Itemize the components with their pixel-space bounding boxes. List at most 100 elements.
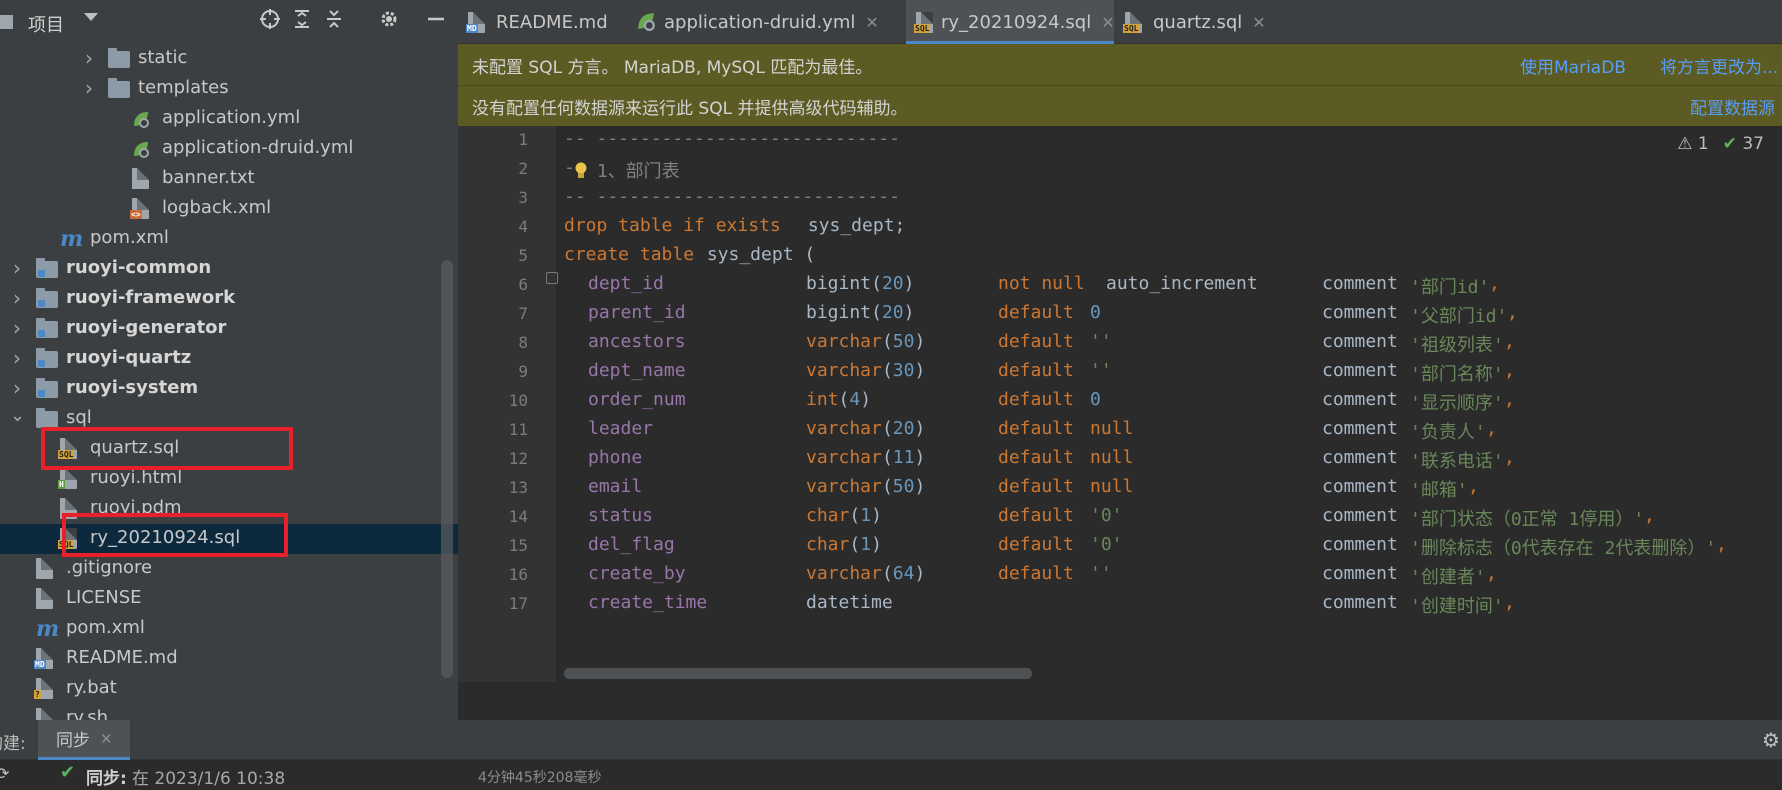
fold-icon[interactable] bbox=[546, 272, 558, 284]
expand-all-icon[interactable] bbox=[288, 8, 316, 36]
tree-item[interactable]: application-druid.yml bbox=[0, 134, 458, 164]
project-scrollbar[interactable] bbox=[441, 260, 453, 678]
md-file-icon: MD bbox=[466, 11, 488, 33]
tree-item[interactable]: › ruoyi-quartz bbox=[0, 344, 458, 374]
folder-icon bbox=[108, 78, 130, 100]
datasource-banner: 没有配置任何数据源来运行此 SQL 并提供高级代码辅助。 配置数据源 bbox=[458, 85, 1782, 127]
tab-sync[interactable]: 同步 ✕ bbox=[38, 720, 130, 760]
gear-icon[interactable] bbox=[375, 8, 403, 36]
column-comment: '部门名称' bbox=[1410, 364, 1504, 385]
tree-item[interactable]: application.yml bbox=[0, 104, 458, 134]
column-name: leader bbox=[588, 418, 654, 439]
close-icon[interactable]: ✕ bbox=[1252, 13, 1265, 32]
warning-icon: ⚠ bbox=[1677, 134, 1693, 154]
code-comment: 1、部门表 bbox=[586, 161, 680, 182]
chevron-right-icon[interactable]: › bbox=[10, 378, 24, 398]
change-dialect-link[interactable]: 将方言更改为... bbox=[1660, 53, 1778, 78]
configure-datasource-link[interactable]: 配置数据源 bbox=[1690, 94, 1775, 119]
chevron-down-icon[interactable] bbox=[84, 13, 98, 21]
lightbulb-icon[interactable] bbox=[574, 162, 588, 180]
tree-item[interactable]: m pom.xml bbox=[0, 224, 458, 254]
tree-item[interactable]: .gitignore bbox=[0, 554, 458, 584]
code-comma: , bbox=[1716, 534, 1727, 555]
collapse-all-icon[interactable] bbox=[320, 8, 348, 36]
use-mariadb-link[interactable]: 使用MariaDB bbox=[1520, 53, 1626, 78]
tree-item[interactable]: › ruoyi-common bbox=[0, 254, 458, 284]
chevron-right-icon[interactable]: › bbox=[82, 48, 96, 68]
editor-tab-bar: MD README.md application-druid.yml ✕ SQL ry_2… bbox=[458, 0, 1782, 44]
tree-item[interactable]: MD README.md bbox=[0, 644, 458, 674]
code-editor[interactable]: 1 2 3 4 5 6 7 8 9 10 11 12 13 14 15 16 17 -- -----------… bbox=[458, 126, 1782, 682]
tree-item-label: banner.txt bbox=[162, 167, 255, 188]
line-number-gutter: 1 2 3 4 5 6 7 8 9 10 11 12 13 14 15 16 17 bbox=[458, 126, 556, 682]
code-paren: ) bbox=[914, 360, 926, 381]
tree-item[interactable]: ry.sh bbox=[0, 704, 458, 720]
sql-file-icon: SQL bbox=[914, 11, 933, 33]
editor-tab-label: application-druid.yml bbox=[664, 11, 856, 33]
line-number: 14 bbox=[508, 507, 528, 526]
tree-item[interactable]: › static bbox=[0, 44, 458, 74]
inspection-widget[interactable]: ⚠ 1 ✔ 37 bbox=[1677, 134, 1764, 154]
build-tab-bar: 构建: 同步 ✕ ⚙ bbox=[0, 720, 1782, 760]
build-settings-gear-icon[interactable]: ⚙ bbox=[1762, 728, 1780, 752]
minimize-icon[interactable] bbox=[422, 8, 450, 36]
column-length: 20 bbox=[881, 273, 904, 294]
editor-tab[interactable]: SQL ry_20210924.sql ✕ bbox=[906, 0, 1115, 44]
code-paren: ) bbox=[903, 273, 915, 294]
close-icon[interactable]: ✕ bbox=[1101, 13, 1114, 32]
code-paren: ) bbox=[860, 389, 872, 410]
chevron-down-icon[interactable]: ⌄ bbox=[10, 407, 25, 425]
close-icon[interactable]: ✕ bbox=[100, 730, 113, 748]
code-keyword: drop table if exists bbox=[564, 215, 781, 236]
line-number: 8 bbox=[518, 333, 528, 352]
editor-tab[interactable]: SQL quartz.sql ✕ bbox=[1115, 0, 1275, 44]
tree-item[interactable]: ? ry.bat bbox=[0, 674, 458, 704]
sync-status-label: 同步: bbox=[86, 769, 127, 789]
tree-item[interactable]: › ruoyi-generator bbox=[0, 314, 458, 344]
maven-icon: m bbox=[36, 616, 60, 642]
chevron-right-icon[interactable]: › bbox=[10, 348, 24, 368]
module-folder-icon bbox=[36, 258, 58, 280]
refresh-icon[interactable]: ⟳ bbox=[0, 764, 9, 783]
chevron-right-icon[interactable]: › bbox=[10, 258, 24, 278]
chevron-right-icon[interactable]: › bbox=[82, 78, 96, 98]
tree-item[interactable]: › templates bbox=[0, 74, 458, 104]
comment-keyword: comment bbox=[1322, 360, 1398, 381]
code-paren: ) bbox=[914, 563, 926, 584]
column-default: '0' bbox=[1090, 534, 1123, 555]
tree-item-label: static bbox=[138, 47, 188, 68]
ok-count[interactable]: ✔ 37 bbox=[1723, 134, 1764, 154]
editor-tab[interactable]: MD README.md bbox=[458, 0, 624, 44]
crosshair-icon[interactable] bbox=[256, 8, 284, 36]
editor-tab-label: quartz.sql bbox=[1153, 11, 1243, 33]
tree-item[interactable]: m pom.xml bbox=[0, 614, 458, 644]
tree-item[interactable]: <> logback.xml bbox=[0, 194, 458, 224]
tree-item[interactable]: › ruoyi-framework bbox=[0, 284, 458, 314]
tree-item-label: ruoyi-framework bbox=[66, 287, 236, 308]
horizontal-scrollbar[interactable] bbox=[564, 668, 1032, 679]
editor-tab-label: ry_20210924.sql bbox=[941, 11, 1092, 33]
txt-file-icon bbox=[36, 708, 58, 720]
column-name: phone bbox=[588, 447, 643, 468]
code-paren: ) bbox=[914, 418, 926, 439]
bat-file-icon: ? bbox=[34, 678, 58, 700]
build-status-row: ✔ 同步: 在 2023/1/6 10:38 4分钟45秒208毫秒 ⟳ bbox=[0, 760, 1782, 790]
column-keyword: not null bbox=[998, 273, 1085, 294]
line-number: 1 bbox=[518, 130, 528, 149]
warning-count[interactable]: ⚠ 1 bbox=[1677, 134, 1708, 154]
column-length: 30 bbox=[892, 360, 915, 381]
tree-item[interactable]: LICENSE bbox=[0, 584, 458, 614]
project-title[interactable]: 项目 bbox=[28, 11, 64, 37]
editor-tab[interactable]: application-druid.yml ✕ bbox=[626, 0, 904, 44]
sync-status-time: 在 2023/1/6 10:38 bbox=[132, 769, 286, 789]
column-keyword: default bbox=[998, 447, 1074, 468]
chevron-right-icon[interactable]: › bbox=[10, 318, 24, 338]
tree-item[interactable]: banner.txt bbox=[0, 164, 458, 194]
column-keyword: default bbox=[998, 389, 1074, 410]
close-icon[interactable]: ✕ bbox=[865, 13, 878, 32]
tree-item[interactable]: › ruoyi-system bbox=[0, 374, 458, 404]
dialect-banner: 未配置 SQL 方言。 MariaDB, MySQL 匹配为最佳。 使用Mari… bbox=[458, 44, 1782, 86]
column-length: 64 bbox=[892, 563, 915, 584]
tab-sync-label: 同步 bbox=[56, 731, 90, 751]
chevron-right-icon[interactable]: › bbox=[10, 288, 24, 308]
